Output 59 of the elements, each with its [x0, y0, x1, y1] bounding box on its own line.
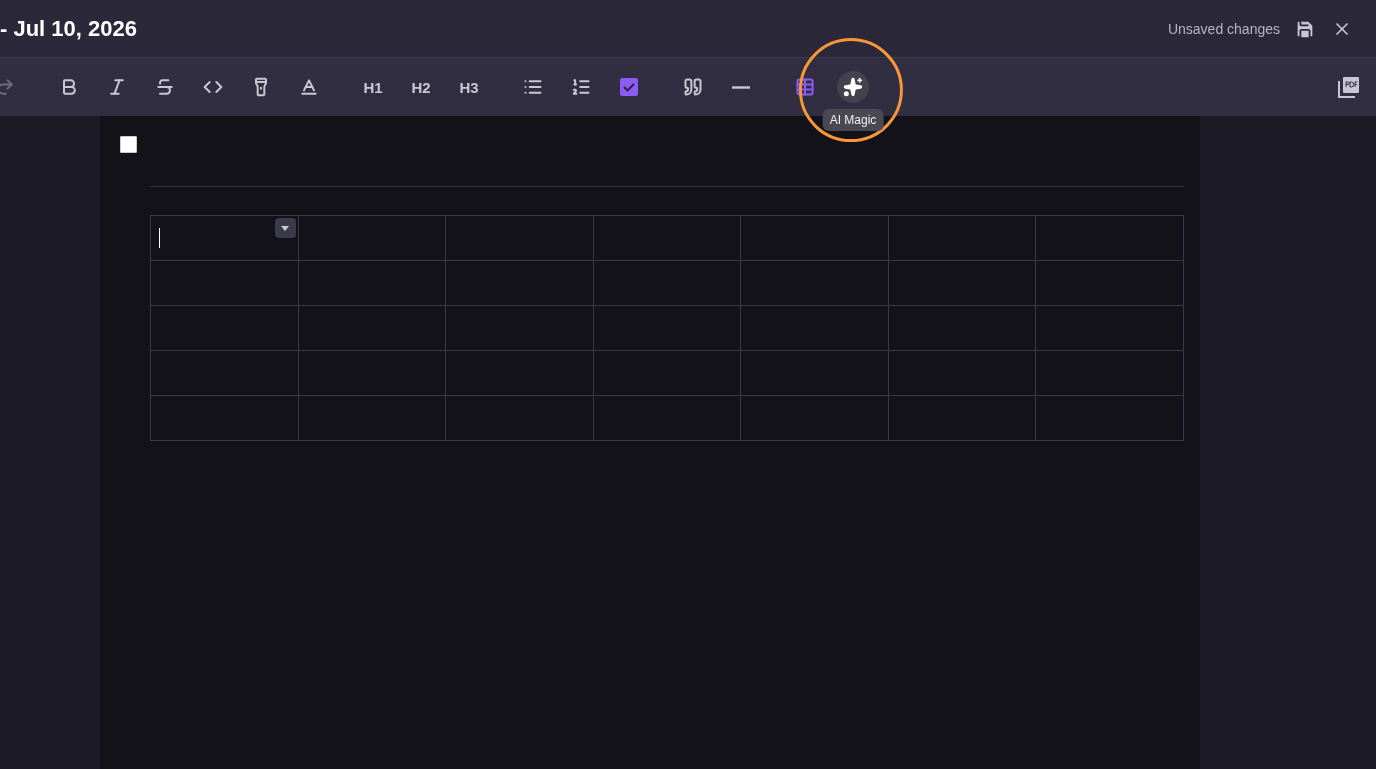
rule-icon — [732, 85, 750, 89]
table-cell[interactable] — [445, 395, 594, 441]
sparkles-icon — [843, 77, 863, 97]
table-cell[interactable] — [888, 260, 1036, 306]
table-cell[interactable] — [593, 305, 741, 351]
table-cell[interactable] — [298, 305, 446, 351]
table-cell[interactable] — [150, 395, 299, 441]
italic-icon — [107, 77, 127, 97]
table-cell[interactable] — [888, 395, 1036, 441]
pdf-icon — [1338, 76, 1360, 98]
table-cell[interactable] — [1035, 395, 1184, 441]
heading-button[interactable]: H2 — [401, 69, 441, 105]
table-cell[interactable] — [740, 215, 889, 261]
bullets-icon — [523, 77, 543, 97]
cell-menu-button[interactable] — [274, 218, 296, 238]
caret-icon — [281, 225, 290, 231]
table-cell[interactable] — [298, 350, 446, 396]
table-cell[interactable] — [888, 215, 1036, 261]
table-cell[interactable] — [888, 350, 1036, 396]
heading-button[interactable]: H3 — [449, 69, 489, 105]
unsaved-status: Unsaved changes — [1167, 20, 1280, 37]
note-title: - Jul 10, 2026 — [0, 15, 137, 42]
heading-button[interactable]: H1 — [353, 69, 393, 105]
table-cell[interactable] — [298, 260, 446, 306]
checkbox-icon — [619, 77, 639, 97]
table-cell[interactable] — [593, 215, 741, 261]
table-cell[interactable] — [150, 305, 299, 351]
redo-icon — [0, 77, 15, 97]
table-cell[interactable] — [298, 395, 446, 441]
table-cell[interactable] — [593, 395, 741, 441]
table-cell[interactable] — [445, 260, 594, 306]
task-checkbox[interactable] — [120, 136, 137, 153]
numbered-icon — [571, 77, 591, 97]
table-cell[interactable] — [740, 260, 889, 306]
table-cell[interactable] — [593, 260, 741, 306]
text-caret — [159, 228, 160, 248]
table-cell[interactable] — [1035, 260, 1184, 306]
tooltip: AI Magic — [822, 109, 884, 131]
table-icon — [795, 77, 815, 97]
table-cell[interactable] — [593, 350, 741, 396]
table-cell[interactable] — [740, 350, 889, 396]
table-cell[interactable] — [445, 305, 594, 351]
strike-icon — [155, 77, 175, 97]
pdf-export-button[interactable] — [1336, 74, 1362, 100]
table-cell[interactable] — [1035, 350, 1184, 396]
table-cell[interactable] — [298, 215, 446, 261]
table-cell[interactable] — [1035, 305, 1184, 351]
table-cell[interactable] — [150, 260, 299, 306]
ai-magic-button[interactable] — [837, 71, 869, 103]
table-cell[interactable] — [445, 350, 594, 396]
color-icon — [299, 77, 319, 97]
table-cell[interactable] — [740, 395, 889, 441]
table-cell[interactable] — [150, 215, 299, 261]
table-cell[interactable] — [740, 305, 889, 351]
table-cell[interactable] — [888, 305, 1036, 351]
table-cell[interactable] — [1035, 215, 1184, 261]
table-cell[interactable] — [150, 350, 299, 396]
quote-icon — [683, 77, 703, 97]
table-cell[interactable] — [445, 215, 594, 261]
